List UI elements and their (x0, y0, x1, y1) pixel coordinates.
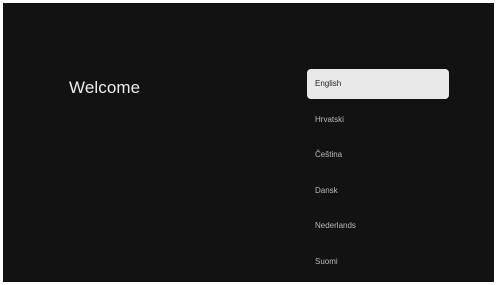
language-option-dansk[interactable]: Dansk (307, 176, 449, 206)
language-option-cestina[interactable]: Čeština (307, 140, 449, 170)
language-label: Hrvatski (315, 114, 344, 124)
language-label: Nederlands (315, 221, 356, 230)
welcome-title: Welcome (69, 78, 141, 97)
language-list: English Hrvatski Čeština Dansk Nederland… (307, 69, 449, 282)
language-label: Suomi (315, 256, 338, 266)
language-option-english[interactable]: English (307, 69, 449, 99)
language-option-suomi[interactable]: Suomi (307, 247, 449, 277)
language-label: English (315, 79, 342, 88)
language-label: Čeština (315, 150, 343, 159)
tv-setup-screen: Welcome English Hrvatski Čeština Dansk N… (3, 3, 494, 282)
language-label: Dansk (315, 185, 338, 195)
language-option-nederlands[interactable]: Nederlands (307, 211, 449, 241)
language-option-hrvatski[interactable]: Hrvatski (307, 105, 449, 135)
